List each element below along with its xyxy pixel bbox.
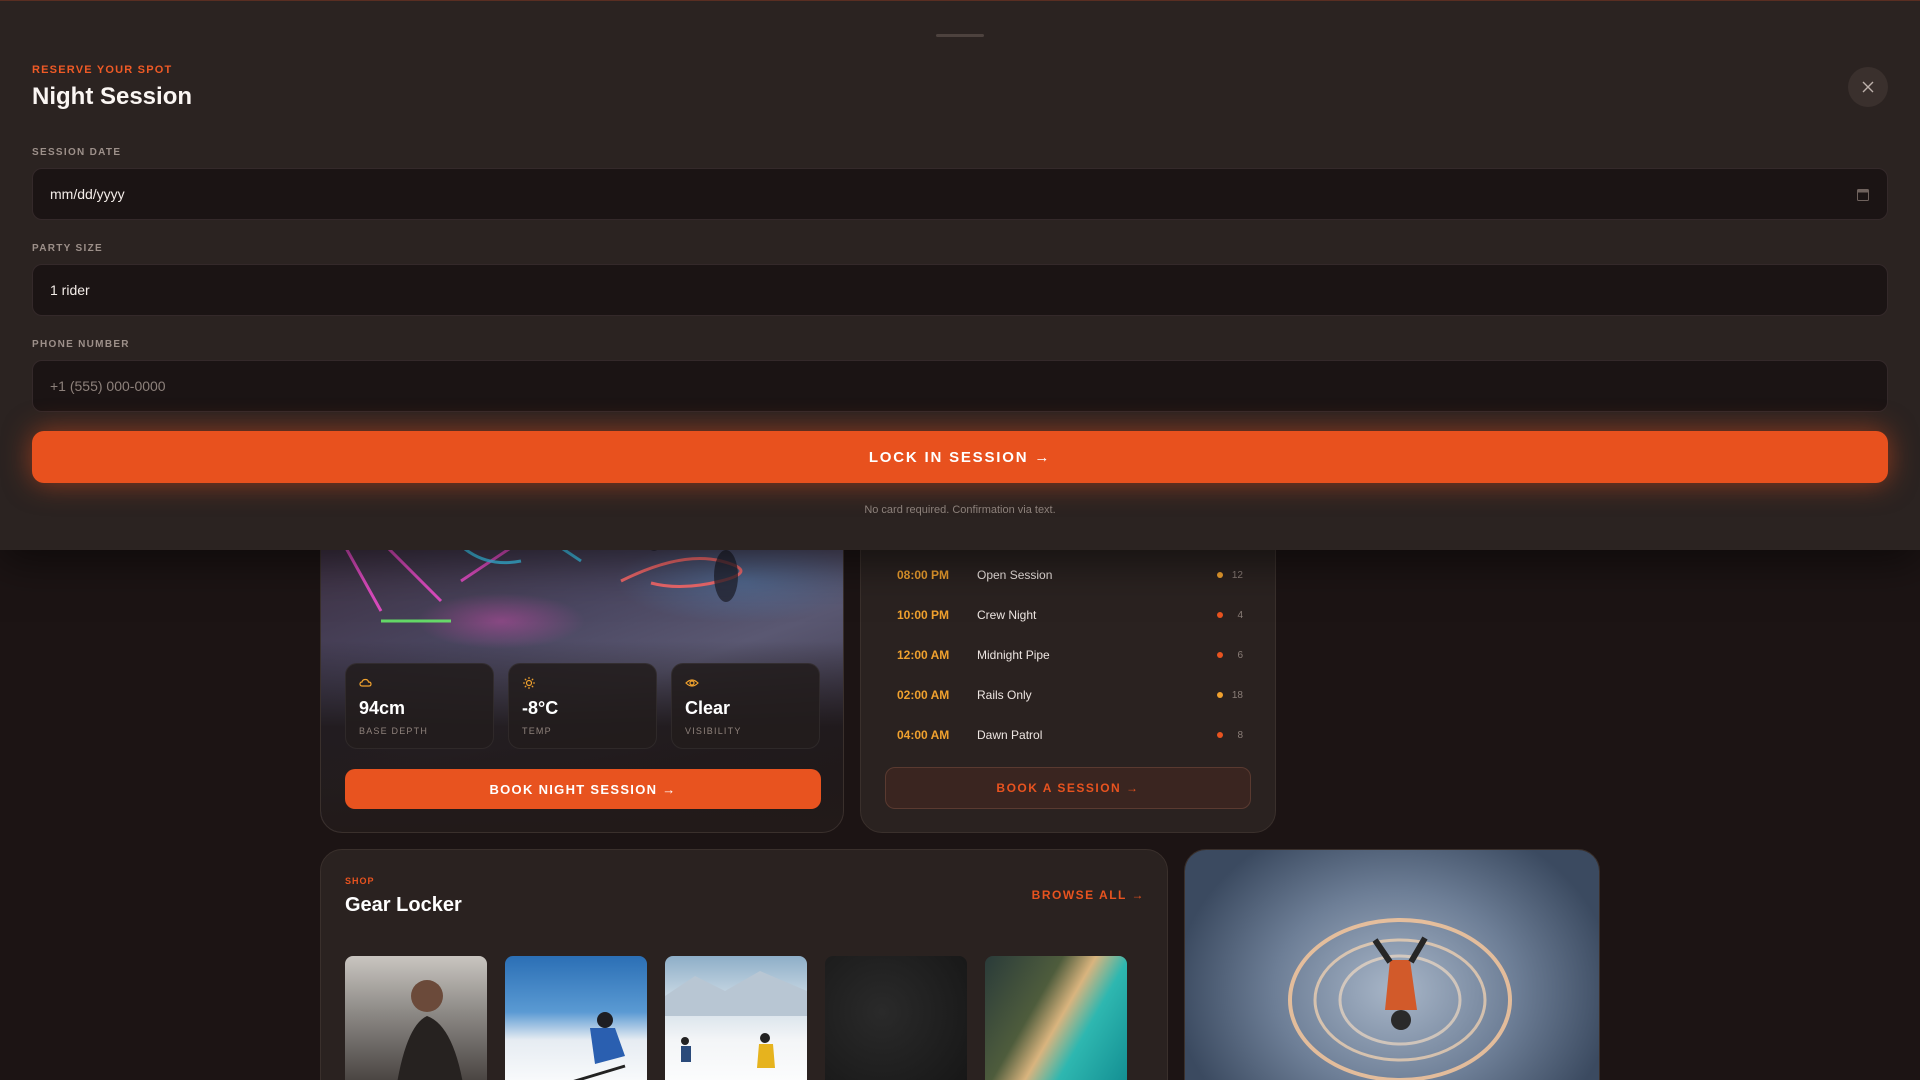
schedule-count: 6 [1237, 649, 1243, 661]
calendar-icon[interactable] [1857, 188, 1869, 201]
schedule-row[interactable]: 10:00 PM Crew Night 4 [897, 605, 1243, 625]
schedule-card: 08:00 PM Open Session 12 10:00 PM Crew N… [860, 520, 1276, 833]
status-dot [1217, 652, 1223, 658]
status-dot [1217, 612, 1223, 618]
phone-number-label: PHONE NUMBER [32, 339, 130, 350]
schedule-time: 04:00 AM [897, 728, 950, 742]
sheet-eyebrow: RESERVE YOUR SPOT [32, 64, 173, 76]
party-size-select[interactable]: 1 rider [32, 264, 1888, 316]
schedule-time: 02:00 AM [897, 688, 950, 702]
schedule-row[interactable]: 12:00 AM Midnight Pipe 6 [897, 645, 1243, 665]
stat-visibility: Clear VISIBILITY [671, 663, 820, 749]
stat-temp: -8°C TEMP [508, 663, 657, 749]
stat-label: TEMP [522, 726, 552, 736]
party-size-label: PARTY SIZE [32, 243, 103, 254]
session-date-label: SESSION DATE [32, 147, 122, 158]
stat-value: -8°C [522, 698, 559, 718]
reservation-sheet: RESERVE YOUR SPOT Night Session SESSION … [0, 0, 1920, 550]
conditions-card: 94cm BASE DEPTH -8°C TEMP Clear VISIBILI… [320, 520, 844, 833]
session-date-placeholder: mm/dd/yyyy [50, 186, 125, 202]
gear-thumbnail[interactable] [825, 956, 967, 1080]
eye-icon [685, 679, 699, 687]
gear-thumbnail[interactable] [345, 956, 487, 1080]
close-icon [1862, 81, 1874, 93]
schedule-count: 18 [1231, 689, 1243, 701]
conditions-stats: 94cm BASE DEPTH -8°C TEMP Clear VISIBILI… [345, 663, 820, 749]
cloud-icon [359, 678, 372, 687]
stat-label: VISIBILITY [685, 726, 742, 736]
status-dot [1217, 572, 1223, 578]
gear-thumbnail[interactable] [505, 956, 647, 1080]
schedule-row[interactable]: 04:00 AM Dawn Patrol 8 [897, 725, 1243, 745]
status-dot [1217, 732, 1223, 738]
party-size-value: 1 rider [50, 282, 90, 298]
status-dot [1217, 692, 1223, 698]
stat-label: BASE DEPTH [359, 726, 429, 736]
stat-base-depth: 94cm BASE DEPTH [345, 663, 494, 749]
schedule-count: 8 [1237, 729, 1243, 741]
phone-number-field[interactable] [32, 360, 1888, 412]
featured-photo-card [1184, 849, 1600, 1080]
light-trail-graphic [1288, 918, 1512, 1080]
phone-number-input[interactable] [50, 378, 1870, 394]
schedule-name: Crew Night [977, 608, 1037, 622]
schedule-time: 12:00 AM [897, 648, 950, 662]
browse-all-link[interactable]: BROWSE ALL → [1032, 888, 1145, 902]
sheet-title: Night Session [32, 83, 193, 110]
gear-thumbnail[interactable] [985, 956, 1127, 1080]
schedule-time: 08:00 PM [897, 568, 950, 582]
gear-thumbnails [345, 956, 1127, 1080]
book-night-session-button[interactable]: BOOK NIGHT SESSION → [345, 769, 821, 809]
sheet-footnote: No card required. Confirmation via text. [864, 504, 1056, 516]
schedule-name: Open Session [977, 568, 1053, 582]
close-button[interactable] [1848, 67, 1888, 107]
schedule-name: Rails Only [977, 688, 1032, 702]
gear-thumbnail[interactable] [665, 956, 807, 1080]
sheet-drag-handle[interactable] [936, 34, 984, 37]
sun-icon [523, 677, 535, 689]
stat-value: Clear [685, 698, 731, 718]
schedule-row[interactable]: 02:00 AM Rails Only 18 [897, 685, 1243, 705]
schedule-name: Midnight Pipe [977, 648, 1050, 662]
lock-in-session-button[interactable]: LOCK IN SESSION → [32, 431, 1888, 483]
shop-title: Gear Locker [345, 894, 462, 916]
schedule-time: 10:00 PM [897, 608, 950, 622]
schedule-count: 4 [1237, 609, 1243, 621]
schedule-row[interactable]: 08:00 PM Open Session 12 [897, 565, 1243, 585]
session-date-field[interactable]: mm/dd/yyyy [32, 168, 1888, 220]
shop-card: SHOP Gear Locker BROWSE ALL → [320, 849, 1168, 1080]
book-session-button[interactable]: BOOK A SESSION → [885, 767, 1251, 809]
schedule-count: 12 [1231, 569, 1243, 581]
schedule-name: Dawn Patrol [977, 728, 1043, 742]
shop-eyebrow: SHOP [345, 876, 375, 886]
stat-value: 94cm [359, 698, 406, 718]
